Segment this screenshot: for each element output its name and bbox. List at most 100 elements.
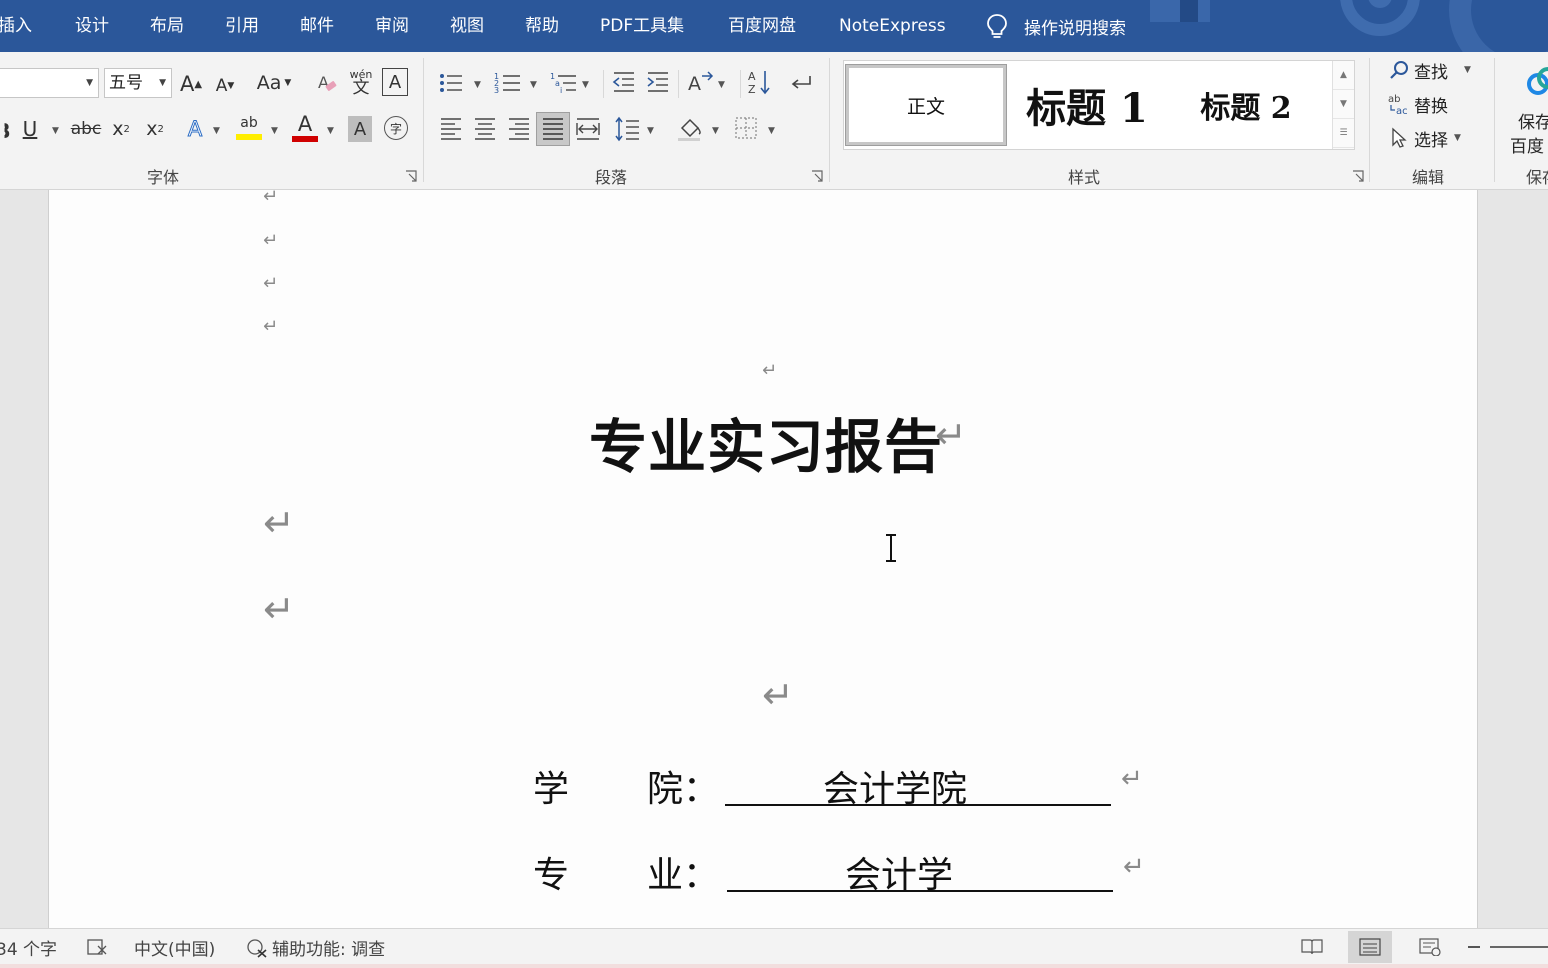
justify-button[interactable] [536,112,570,146]
group-separator [423,58,424,182]
chevron-down-icon[interactable]: ▼ [647,126,654,136]
sort-icon[interactable]: AZ [748,68,772,96]
align-left-icon[interactable] [440,116,462,142]
borders-icon[interactable] [734,116,758,140]
font-dialog-launcher-icon[interactable] [405,170,417,182]
text-direction-icon[interactable]: A [686,70,714,94]
subscript-button[interactable]: x2 [108,114,134,144]
major-field-row: 专 业： 会计学 ↵ [533,846,1153,896]
strikethrough-button[interactable]: abc [70,114,102,144]
style-heading-2[interactable]: 标题 2 [1166,65,1326,145]
zoom-out-button[interactable] [1468,929,1480,965]
accessibility-text: 辅助功能: 调查 [272,939,386,960]
show-marks-icon[interactable] [788,70,814,96]
major-label-b: 业： [647,855,720,896]
scroll-up-icon[interactable]: ▲ [1333,61,1354,90]
chevron-down-icon[interactable]: ▼ [52,126,59,136]
scroll-down-icon[interactable]: ▼ [1333,90,1354,119]
accessibility-status[interactable]: 辅助功能: 调查 [246,929,385,965]
superscript-button[interactable]: x2 [142,114,168,144]
style-heading-1[interactable]: 标题 1 [1012,65,1162,145]
find-button[interactable]: 查找 ▼ [1388,56,1471,84]
tab-help[interactable]: 帮助 [525,0,559,52]
link-cloud-icon [1527,67,1548,95]
char-border-button[interactable]: A [382,68,408,96]
numbering-icon[interactable]: 1 2 3 [494,70,522,96]
svg-text:i: i [560,86,562,95]
more-styles-icon[interactable]: ☰ [1333,119,1354,148]
clear-formatting-button[interactable]: A [314,68,342,98]
language-indicator[interactable]: 中文(中国) [134,929,215,965]
chevron-down-icon[interactable]: ▼ [530,80,537,90]
tab-layout[interactable]: 布局 [150,0,184,52]
college-value[interactable]: 会计学院 [725,760,1111,810]
font-size-combo[interactable]: 五号 ▼ [104,68,172,98]
tab-insert[interactable]: 插入 [0,0,32,52]
text-effects-button[interactable]: A [182,114,208,144]
tell-me-search[interactable]: 操作说明搜索 [986,0,1126,52]
line-spacing-icon[interactable] [614,116,640,142]
tab-mailings[interactable]: 邮件 [300,0,334,52]
zoom-slider[interactable] [1490,946,1548,948]
read-mode-button[interactable] [1290,931,1334,963]
shrink-font-button[interactable]: A ▼ [212,72,238,100]
select-button[interactable]: 选择 ▼ [1388,124,1461,152]
chevron-down-icon[interactable]: ▼ [327,126,334,136]
increase-indent-icon[interactable] [646,70,670,94]
bold-button[interactable]: B [0,116,11,146]
align-center-icon[interactable] [474,116,496,142]
styles-dialog-launcher-icon[interactable] [1352,170,1364,182]
highlight-icon: ab [240,115,258,131]
word-count[interactable]: 34 个字 [0,929,57,965]
chevron-down-icon[interactable]: ▼ [213,126,220,136]
tab-review[interactable]: 审阅 [375,0,409,52]
font-name-combo[interactable]: ▼ [0,68,99,98]
tab-design[interactable]: 设计 [75,0,109,52]
select-label: 选择 [1414,130,1448,151]
paragraph-dialog-launcher-icon[interactable] [811,170,823,182]
highlight-button[interactable]: ab [234,112,264,144]
chevron-down-icon[interactable]: ▼ [718,80,725,90]
group-separator [829,58,830,182]
chevron-down-icon[interactable]: ▼ [271,126,278,136]
multilevel-list-icon[interactable]: 1 a i [550,70,578,96]
tab-references[interactable]: 引用 [225,0,259,52]
font-color-button[interactable]: A [290,112,320,144]
styles-gallery: 正文 标题 1 标题 2 ▲ ▼ ☰ [843,60,1355,150]
replace-button[interactable]: ab ac 替换 [1388,90,1448,118]
proofing-status[interactable] [86,929,108,965]
paragraph-mark: ↵ [263,587,295,631]
print-layout-button[interactable] [1348,931,1392,963]
phonetic-bottom: 文 [352,78,370,98]
align-right-icon[interactable] [508,116,530,142]
justify-icon [543,118,563,140]
shading-icon[interactable] [676,114,704,142]
tab-pdf-tools[interactable]: PDF工具集 [600,0,684,52]
grow-font-button[interactable]: A ▲ [178,70,204,98]
ribbon: ▼ 五号 ▼ A▲ A▼ Aa▼ A wén 文 A B U ▼ abc x2 … [0,52,1548,190]
svg-text:Z: Z [748,83,756,96]
phonetic-guide-button[interactable]: wén 文 [348,66,374,100]
chevron-down-icon[interactable]: ▼ [582,80,589,90]
major-value[interactable]: 会计学 [727,846,1113,896]
tab-view[interactable]: 视图 [450,0,484,52]
chevron-down-icon[interactable]: ▼ [712,126,719,136]
style-normal-label: 正文 [906,95,945,118]
underline-button[interactable]: U [18,114,42,144]
style-normal[interactable]: 正文 [845,64,1007,146]
paragraph-mark: ↵ [263,316,279,337]
enclose-characters-button[interactable]: 字 [384,116,408,140]
document-page[interactable]: ↵ ↵ ↵ ↵ ↵ 专业实习报告 ↵ ↵ ↵ ↵ 学 院： 会计学院 ↵ 专 业… [48,190,1478,928]
save-to-baidu-button[interactable]: 保存 百度 [1508,62,1548,162]
eraser-icon: A [318,73,337,92]
distributed-icon[interactable] [576,116,600,142]
chevron-down-icon[interactable]: ▼ [474,80,481,90]
chevron-down-icon[interactable]: ▼ [768,126,775,136]
web-layout-button[interactable] [1408,931,1452,963]
change-case-button[interactable]: Aa ▼ [252,68,296,98]
decrease-indent-icon[interactable] [612,70,636,94]
tab-noteexpress[interactable]: NoteExpress [839,0,946,52]
tab-baidu-netdisk[interactable]: 百度网盘 [728,0,796,52]
char-shading-button[interactable]: A [348,116,372,142]
bullets-icon[interactable] [438,70,464,96]
